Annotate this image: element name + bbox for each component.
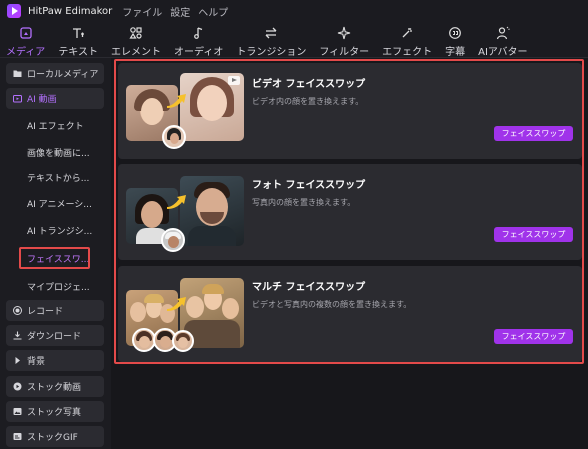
element-icon <box>129 27 142 39</box>
sidebar-item-background[interactable]: 背景 <box>6 350 104 371</box>
face-avatar-3 <box>172 330 194 352</box>
video-face-swap-button[interactable]: フェイススワップ <box>494 126 573 141</box>
media-icon <box>20 27 32 39</box>
sidebar-item-stock-gif[interactable]: ストックGIF <box>6 426 104 447</box>
tab-subtitle[interactable]: 字幕 <box>445 22 465 58</box>
filter-icon <box>338 26 351 40</box>
sidebar-item-face-swap[interactable]: フェイススワ... <box>19 247 90 269</box>
text-icon <box>73 28 85 38</box>
sidebar-item-ai-animation[interactable]: AI アニメーシ... <box>27 197 92 210</box>
sidebar-item-stock-video[interactable]: ストック動画 <box>6 376 104 397</box>
effect-icon <box>402 28 413 38</box>
audio-icon <box>193 27 202 39</box>
tab-effect[interactable]: エフェクト <box>382 22 432 58</box>
face-avatar <box>162 125 186 149</box>
sidebar-item-ai-video[interactable]: AI 動画 <box>6 88 104 109</box>
ai-video-icon <box>13 95 22 103</box>
sidebar: ローカルメディア AI 動画 AI エフェクト 画像を動画に... テキストから… <box>0 58 111 449</box>
tab-audio[interactable]: オーディオ <box>174 22 223 58</box>
card-description: 写真内の顔を置き換えます。 <box>252 198 356 207</box>
download-icon <box>13 331 22 340</box>
sidebar-item-image-to-video[interactable]: 画像を動画に... <box>27 146 90 159</box>
transition-icon <box>265 27 277 39</box>
menu-help[interactable]: ヘルプ <box>198 4 228 19</box>
tab-filter[interactable]: フィルター <box>319 22 369 58</box>
tab-element[interactable]: エレメント <box>111 22 161 58</box>
target-photo <box>180 73 244 141</box>
sidebar-item-download[interactable]: ダウンロード <box>6 325 104 346</box>
tab-ai-avatar[interactable]: AIアバター <box>478 22 528 58</box>
record-icon <box>13 306 22 315</box>
face-swap-panel: ビデオ フェイススワップ ビデオ内の顔を置き換えます。 フェイススワップ フォト… <box>111 58 588 449</box>
photo-face-swap-card[interactable]: フォト フェイススワップ 写真内の顔を置き換えます。 フェイススワップ <box>118 164 582 260</box>
play-circle-icon <box>13 382 22 391</box>
arrow-right-icon <box>167 297 186 311</box>
arrow-right-icon <box>167 94 186 108</box>
image-icon <box>13 408 22 415</box>
tab-media[interactable]: メディア <box>6 22 45 58</box>
video-face-swap-card[interactable]: ビデオ フェイススワップ ビデオ内の顔を置き換えます。 フェイススワップ <box>118 63 582 159</box>
sidebar-item-text-to-video[interactable]: テキストから... <box>27 171 89 184</box>
video-face-swap-thumbnail <box>126 73 246 151</box>
photo-face-swap-button[interactable]: フェイススワップ <box>494 227 573 242</box>
caret-right-icon <box>15 357 20 364</box>
gif-icon <box>13 433 22 440</box>
tab-transition[interactable]: トランジション <box>236 22 306 58</box>
card-description: ビデオと写真内の複数の顔を置き換えます。 <box>252 300 412 309</box>
card-title: ビデオ フェイススワップ <box>252 79 366 90</box>
main-toolbar: メディア テキスト エレメント オーディオ トランジション フィルター エフェク… <box>0 22 588 58</box>
sidebar-item-my-project[interactable]: マイプロジェ... <box>27 280 90 293</box>
folder-icon <box>13 70 22 77</box>
avatar-icon <box>496 26 510 40</box>
app-logo-icon <box>7 4 21 18</box>
menu-settings[interactable]: 設定 <box>170 4 190 19</box>
face-avatar <box>161 228 185 252</box>
card-title: マルチ フェイススワップ <box>252 282 366 293</box>
multi-face-swap-thumbnail <box>126 276 246 354</box>
menu-file[interactable]: ファイル <box>122 4 162 19</box>
app-title: HitPaw Edimakor <box>28 5 113 17</box>
sidebar-item-ai-effect[interactable]: AI エフェクト <box>27 119 84 132</box>
target-photo <box>180 176 244 246</box>
sidebar-item-ai-transition[interactable]: AI トランジシ... <box>27 224 92 237</box>
multi-face-swap-button[interactable]: フェイススワップ <box>494 329 573 344</box>
sidebar-item-local-media[interactable]: ローカルメディア <box>6 63 104 84</box>
arrow-right-icon <box>167 195 186 209</box>
card-title: フォト フェイススワップ <box>252 180 366 191</box>
card-description: ビデオ内の顔を置き換えます。 <box>252 97 364 106</box>
multi-face-swap-card[interactable]: マルチ フェイススワップ ビデオと写真内の複数の顔を置き換えます。 フェイススワ… <box>118 266 582 362</box>
tab-text[interactable]: テキスト <box>58 22 98 58</box>
subtitle-icon <box>449 27 462 39</box>
photo-face-swap-thumbnail <box>126 174 246 252</box>
title-bar: HitPaw Edimakor ファイル 設定 ヘルプ <box>0 0 588 22</box>
sidebar-item-record[interactable]: レコード <box>6 300 104 321</box>
sidebar-item-stock-photo[interactable]: ストック写真 <box>6 401 104 422</box>
